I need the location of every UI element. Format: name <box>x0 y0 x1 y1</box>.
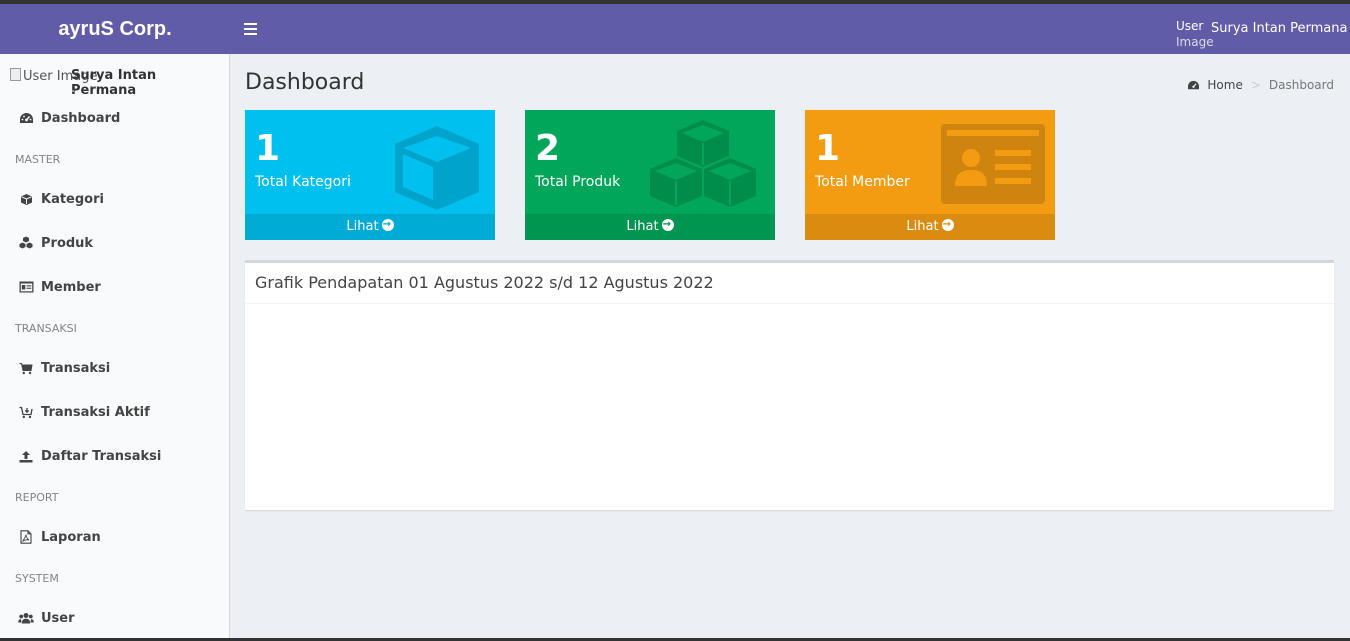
sidebar-item-dashboard[interactable]: Dashboard <box>0 103 229 133</box>
sidebar-item-produk[interactable]: Produk <box>0 228 229 258</box>
sidebar-item-label: Transaksi <box>41 360 111 376</box>
arrow-circle-right-icon <box>381 212 394 238</box>
sidebar-item-transaksi[interactable]: Transaksi <box>0 353 229 383</box>
user-avatar-broken-image[interactable]: User Image <box>1176 18 1216 50</box>
sidebar-item-label: Member <box>41 279 101 295</box>
cube-icon <box>395 126 479 210</box>
sidebar-item-label: Kategori <box>41 191 104 207</box>
sidebar-item-transaksi-aktif[interactable]: Transaksi Aktif <box>0 397 229 427</box>
id-card-icon <box>941 124 1045 204</box>
stat-box-produk: 2 Total Produk Lihat <box>525 110 775 240</box>
header-user-name[interactable]: Surya Intan Permana <box>1211 21 1347 36</box>
stat-count: 1 <box>815 128 841 169</box>
stat-label: Total Produk <box>535 174 621 190</box>
shopping-cart-icon <box>18 360 34 376</box>
file-pdf-icon <box>18 529 34 545</box>
cubes-icon <box>650 120 756 207</box>
lihat-member-link[interactable]: Lihat <box>805 212 1055 240</box>
dashboard-icon <box>18 110 34 126</box>
cubes-icon <box>18 235 34 251</box>
sidebar-item-label: User <box>41 610 75 626</box>
lihat-label: Lihat <box>346 219 379 234</box>
menu-header-system: SYSTEM <box>15 572 59 585</box>
revenue-chart-box: Grafik Pendapatan 01 Agustus 2022 s/d 12… <box>245 260 1334 510</box>
stat-count: 1 <box>255 128 281 169</box>
stat-box-member: 1 Total Member Lihat <box>805 110 1055 240</box>
sidebar-item-user[interactable]: User <box>0 603 229 633</box>
box-header-divider <box>245 303 1334 304</box>
sidebar-user-panel: User Image Surya Intan Permana <box>10 68 220 98</box>
lihat-label: Lihat <box>626 219 659 234</box>
dashboard-icon <box>1188 80 1200 89</box>
sidebar-item-label: Produk <box>41 235 94 251</box>
lihat-kategori-link[interactable]: Lihat <box>245 212 495 240</box>
sidebar: User Image Surya Intan Permana Dashboard… <box>0 54 230 641</box>
stat-count: 2 <box>535 128 561 169</box>
revenue-chart-area <box>255 311 1324 501</box>
menu-header-master: MASTER <box>15 153 61 166</box>
arrow-circle-right-icon <box>661 212 674 238</box>
sidebar-toggle-icon[interactable] <box>244 19 258 39</box>
lihat-produk-link[interactable]: Lihat <box>525 212 775 240</box>
user-image-alt-line2: Image <box>1176 35 1214 49</box>
app-logo[interactable]: ayruS Corp. <box>0 4 230 54</box>
breadcrumb-home-link[interactable]: Home <box>1187 78 1243 92</box>
online-status-dot <box>72 90 74 92</box>
page-title: Dashboard <box>245 70 365 95</box>
sidebar-item-member[interactable]: Member <box>0 272 229 302</box>
upload-icon <box>18 448 34 464</box>
arrow-circle-right-icon <box>941 212 954 238</box>
breadcrumb-current: Dashboard <box>1268 78 1334 92</box>
stat-label: Total Kategori <box>255 174 351 190</box>
sidebar-item-daftar-transaksi[interactable]: Daftar Transaksi <box>0 441 229 471</box>
chart-box-title: Grafik Pendapatan 01 Agustus 2022 s/d 12… <box>255 273 714 292</box>
sidebar-item-label: Daftar Transaksi <box>41 448 162 464</box>
cart-arrow-down-icon <box>18 404 34 420</box>
breadcrumb: Home > Dashboard <box>1187 78 1334 92</box>
breadcrumb-home-label: Home <box>1207 78 1243 92</box>
sidebar-user-name: Surya Intan Permana <box>71 68 157 98</box>
users-icon <box>18 610 34 626</box>
breadcrumb-separator: > <box>1250 78 1261 92</box>
lihat-label: Lihat <box>906 219 939 234</box>
stat-box-kategori: 1 Total Kategori Lihat <box>245 110 495 240</box>
id-card-icon <box>18 279 34 295</box>
user-image-alt-line1: User <box>1176 19 1204 33</box>
menu-header-report: REPORT <box>15 491 59 504</box>
stat-label: Total Member <box>815 174 910 190</box>
sidebar-item-label: Transaksi Aktif <box>41 404 150 420</box>
main-header: ayruS Corp. User Image Surya Intan Perma… <box>0 4 1350 54</box>
cube-icon <box>18 191 34 207</box>
sidebar-item-laporan[interactable]: Laporan <box>0 522 229 552</box>
sidebar-item-kategori[interactable]: Kategori <box>0 184 229 214</box>
sidebar-item-label: Laporan <box>41 529 101 545</box>
menu-header-transaksi: TRANSAKSI <box>15 322 77 335</box>
sidebar-item-label: Dashboard <box>41 110 121 126</box>
